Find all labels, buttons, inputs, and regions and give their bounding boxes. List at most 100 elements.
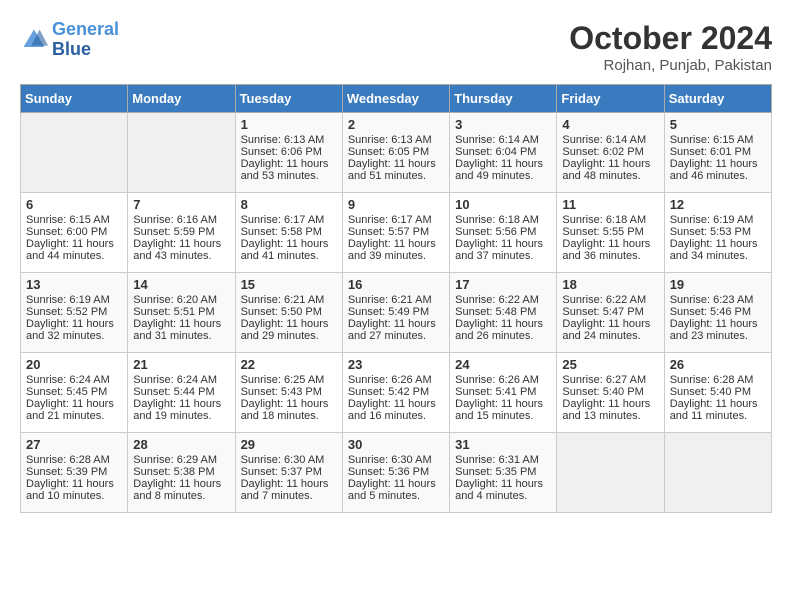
day-number: 31	[455, 437, 551, 452]
daylight: Daylight: 11 hours and 26 minutes.	[455, 318, 543, 342]
sunset: Sunset: 6:02 PM	[562, 146, 643, 158]
calendar-cell: 2 Sunrise: 6:13 AM Sunset: 6:05 PM Dayli…	[342, 113, 449, 193]
daylight: Daylight: 11 hours and 32 minutes.	[26, 318, 114, 342]
day-number: 18	[562, 277, 658, 292]
day-number: 13	[26, 277, 122, 292]
day-number: 22	[241, 357, 337, 372]
sunset: Sunset: 6:01 PM	[670, 146, 751, 158]
sunset: Sunset: 5:50 PM	[241, 306, 322, 318]
sunrise: Sunrise: 6:19 AM	[670, 214, 754, 226]
daylight: Daylight: 11 hours and 21 minutes.	[26, 398, 114, 422]
daylight: Daylight: 11 hours and 15 minutes.	[455, 398, 543, 422]
calendar-cell: 12 Sunrise: 6:19 AM Sunset: 5:53 PM Dayl…	[664, 193, 771, 273]
day-number: 16	[348, 277, 444, 292]
daylight: Daylight: 11 hours and 34 minutes.	[670, 238, 758, 262]
sunrise: Sunrise: 6:29 AM	[133, 454, 217, 466]
day-number: 25	[562, 357, 658, 372]
sunset: Sunset: 5:39 PM	[26, 466, 107, 478]
page-header: General Blue October 2024 Rojhan, Punjab…	[20, 20, 772, 74]
header-row: SundayMondayTuesdayWednesdayThursdayFrid…	[21, 85, 772, 113]
daylight: Daylight: 11 hours and 7 minutes.	[241, 478, 329, 502]
sunset: Sunset: 5:40 PM	[562, 386, 643, 398]
calendar-cell: 29 Sunrise: 6:30 AM Sunset: 5:37 PM Dayl…	[235, 433, 342, 513]
daylight: Daylight: 11 hours and 27 minutes.	[348, 318, 436, 342]
sunrise: Sunrise: 6:22 AM	[562, 294, 646, 306]
calendar-cell: 16 Sunrise: 6:21 AM Sunset: 5:49 PM Dayl…	[342, 273, 449, 353]
calendar-cell: 21 Sunrise: 6:24 AM Sunset: 5:44 PM Dayl…	[128, 353, 235, 433]
calendar-cell: 10 Sunrise: 6:18 AM Sunset: 5:56 PM Dayl…	[450, 193, 557, 273]
daylight: Daylight: 11 hours and 23 minutes.	[670, 318, 758, 342]
sunset: Sunset: 5:57 PM	[348, 226, 429, 238]
daylight: Daylight: 11 hours and 24 minutes.	[562, 318, 650, 342]
day-number: 19	[670, 277, 766, 292]
week-row: 1 Sunrise: 6:13 AM Sunset: 6:06 PM Dayli…	[21, 113, 772, 193]
sunset: Sunset: 5:51 PM	[133, 306, 214, 318]
sunrise: Sunrise: 6:30 AM	[241, 454, 325, 466]
calendar-cell: 6 Sunrise: 6:15 AM Sunset: 6:00 PM Dayli…	[21, 193, 128, 273]
col-header-friday: Friday	[557, 85, 664, 113]
sunset: Sunset: 5:53 PM	[670, 226, 751, 238]
calendar-cell	[21, 113, 128, 193]
sunset: Sunset: 5:46 PM	[670, 306, 751, 318]
day-number: 15	[241, 277, 337, 292]
daylight: Daylight: 11 hours and 48 minutes.	[562, 158, 650, 182]
daylight: Daylight: 11 hours and 49 minutes.	[455, 158, 543, 182]
day-number: 14	[133, 277, 229, 292]
sunset: Sunset: 5:37 PM	[241, 466, 322, 478]
col-header-tuesday: Tuesday	[235, 85, 342, 113]
sunrise: Sunrise: 6:26 AM	[348, 374, 432, 386]
sunset: Sunset: 5:59 PM	[133, 226, 214, 238]
daylight: Daylight: 11 hours and 36 minutes.	[562, 238, 650, 262]
calendar-cell: 27 Sunrise: 6:28 AM Sunset: 5:39 PM Dayl…	[21, 433, 128, 513]
sunrise: Sunrise: 6:14 AM	[455, 134, 539, 146]
sunrise: Sunrise: 6:21 AM	[241, 294, 325, 306]
daylight: Daylight: 11 hours and 10 minutes.	[26, 478, 114, 502]
day-number: 24	[455, 357, 551, 372]
sunset: Sunset: 5:58 PM	[241, 226, 322, 238]
day-number: 17	[455, 277, 551, 292]
calendar-cell: 19 Sunrise: 6:23 AM Sunset: 5:46 PM Dayl…	[664, 273, 771, 353]
week-row: 6 Sunrise: 6:15 AM Sunset: 6:00 PM Dayli…	[21, 193, 772, 273]
sunrise: Sunrise: 6:27 AM	[562, 374, 646, 386]
sunset: Sunset: 5:48 PM	[455, 306, 536, 318]
day-number: 29	[241, 437, 337, 452]
calendar-cell: 25 Sunrise: 6:27 AM Sunset: 5:40 PM Dayl…	[557, 353, 664, 433]
sunrise: Sunrise: 6:25 AM	[241, 374, 325, 386]
day-number: 20	[26, 357, 122, 372]
month-title: October 2024	[569, 20, 772, 57]
calendar-cell: 11 Sunrise: 6:18 AM Sunset: 5:55 PM Dayl…	[557, 193, 664, 273]
sunrise: Sunrise: 6:28 AM	[26, 454, 110, 466]
day-number: 9	[348, 197, 444, 212]
calendar-cell: 13 Sunrise: 6:19 AM Sunset: 5:52 PM Dayl…	[21, 273, 128, 353]
daylight: Daylight: 11 hours and 37 minutes.	[455, 238, 543, 262]
day-number: 12	[670, 197, 766, 212]
calendar-cell	[557, 433, 664, 513]
daylight: Daylight: 11 hours and 53 minutes.	[241, 158, 329, 182]
sunrise: Sunrise: 6:14 AM	[562, 134, 646, 146]
week-row: 20 Sunrise: 6:24 AM Sunset: 5:45 PM Dayl…	[21, 353, 772, 433]
day-number: 21	[133, 357, 229, 372]
day-number: 5	[670, 117, 766, 132]
daylight: Daylight: 11 hours and 5 minutes.	[348, 478, 436, 502]
day-number: 3	[455, 117, 551, 132]
sunrise: Sunrise: 6:24 AM	[133, 374, 217, 386]
calendar-cell: 18 Sunrise: 6:22 AM Sunset: 5:47 PM Dayl…	[557, 273, 664, 353]
sunset: Sunset: 6:05 PM	[348, 146, 429, 158]
logo-icon	[20, 26, 48, 54]
daylight: Daylight: 11 hours and 8 minutes.	[133, 478, 221, 502]
week-row: 13 Sunrise: 6:19 AM Sunset: 5:52 PM Dayl…	[21, 273, 772, 353]
sunrise: Sunrise: 6:28 AM	[670, 374, 754, 386]
calendar-cell: 26 Sunrise: 6:28 AM Sunset: 5:40 PM Dayl…	[664, 353, 771, 433]
sunset: Sunset: 5:45 PM	[26, 386, 107, 398]
col-header-thursday: Thursday	[450, 85, 557, 113]
calendar-cell: 5 Sunrise: 6:15 AM Sunset: 6:01 PM Dayli…	[664, 113, 771, 193]
calendar-cell: 4 Sunrise: 6:14 AM Sunset: 6:02 PM Dayli…	[557, 113, 664, 193]
sunset: Sunset: 5:56 PM	[455, 226, 536, 238]
day-number: 11	[562, 197, 658, 212]
calendar-cell: 7 Sunrise: 6:16 AM Sunset: 5:59 PM Dayli…	[128, 193, 235, 273]
calendar-cell: 14 Sunrise: 6:20 AM Sunset: 5:51 PM Dayl…	[128, 273, 235, 353]
day-number: 7	[133, 197, 229, 212]
sunrise: Sunrise: 6:13 AM	[348, 134, 432, 146]
sunset: Sunset: 6:00 PM	[26, 226, 107, 238]
calendar-cell: 30 Sunrise: 6:30 AM Sunset: 5:36 PM Dayl…	[342, 433, 449, 513]
